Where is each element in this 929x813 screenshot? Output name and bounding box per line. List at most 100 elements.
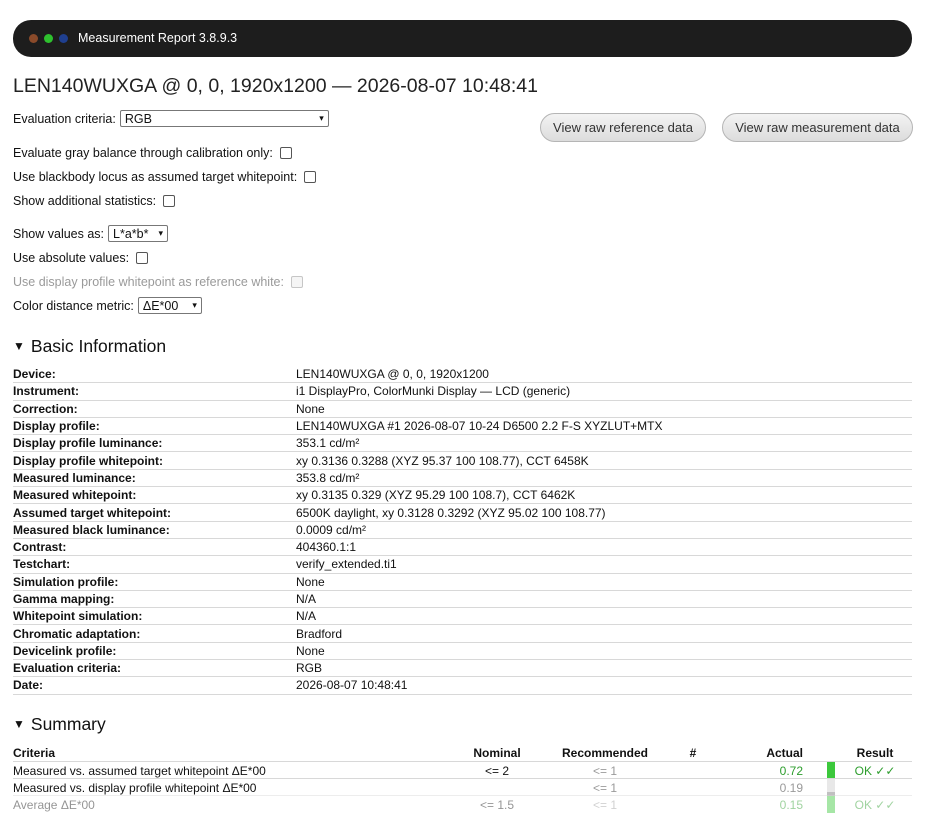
view-raw-reference-button[interactable]: View raw reference data (540, 113, 706, 142)
info-row: Assumed target whitepoint: 6500K daylight… (13, 504, 912, 522)
chevron-down-icon: ▾ (158, 228, 164, 238)
info-row: Whitepoint simulation: N/A (13, 608, 912, 626)
col-actual: Actual (766, 746, 803, 760)
summary-result: OK ✓✓ (854, 764, 896, 778)
info-value: N/A (296, 592, 317, 606)
basic-info-toggle[interactable]: ▼ Basic Information (13, 336, 166, 357)
expanded-triangle-icon: ▼ (13, 717, 25, 731)
info-row: Display profile luminance: 353.1 cd/m² (13, 435, 912, 453)
summary-nominal: <= 1.5 (479, 798, 515, 812)
summary-criteria: Measured vs. display profile whitepoint … (13, 781, 257, 795)
show-values-select[interactable]: L*a*b* ▾ (108, 225, 169, 242)
info-value: 404360.1:1 (296, 540, 357, 555)
summary-actual: 0.72 (779, 764, 803, 778)
info-value: 2026-08-07 10:48:41 (296, 678, 408, 693)
info-key: Display profile luminance: (13, 436, 163, 451)
evaluation-criteria-select[interactable]: RGB ▾ (119, 110, 329, 127)
info-value: Bradford (296, 626, 343, 641)
basic-info-table: Device: LEN140WUXGA @ 0, 0, 1920x1200 Inst… (13, 366, 912, 695)
summary-bar (827, 762, 835, 779)
show-values-label: Show values as: (13, 226, 105, 241)
profile-whitepoint-label: Use display profile whitepoint as refere… (13, 275, 284, 289)
window-close-dot[interactable] (29, 34, 38, 43)
info-value: verify_extended.ti1 (296, 557, 397, 572)
info-key: Testchart: (13, 557, 71, 572)
info-row: Simulation profile: None (13, 574, 912, 591)
summary-heading: Summary (30, 714, 106, 734)
info-key: Gamma mapping: (13, 592, 115, 606)
info-key: Instrument: (13, 384, 79, 399)
absolute-values-checkbox[interactable] (136, 252, 149, 264)
info-key: Display profile whitepoint: (13, 453, 164, 468)
profile-whitepoint-checkbox (290, 276, 303, 288)
info-key: Measured black luminance: (13, 522, 170, 537)
info-key: Devicelink profile: (13, 643, 117, 658)
gray-balance-label: Evaluate gray balance through calibratio… (13, 146, 273, 160)
view-raw-measurement-button[interactable]: View raw measurement data (722, 113, 913, 142)
info-value: 0.0009 cd/m² (296, 522, 367, 537)
blackbody-checkbox[interactable] (304, 171, 317, 183)
info-value: i1 DisplayPro, ColorMunki Display — LCD … (296, 384, 571, 399)
info-row: Contrast: 404360.1:1 (13, 539, 912, 557)
gray-balance-checkbox[interactable] (279, 147, 292, 159)
info-key: Assumed target whitepoint: (13, 505, 172, 520)
info-value: 353.1 cd/m² (296, 436, 360, 451)
summary-recommended: <= 1 (592, 781, 618, 795)
info-key: Contrast: (13, 540, 67, 555)
info-value: 353.8 cd/m² (296, 470, 360, 485)
chevron-down-icon: ▾ (192, 300, 197, 310)
info-row: Measured whitepoint: xy 0.3135 0.329 (XYZ… (13, 487, 912, 505)
summary-table-header: Criteria Nominal Recommended # Actual Re… (13, 744, 912, 761)
summary-actual: 0.15 (779, 798, 803, 812)
profile-whitepoint-row: Use display profile whitepoint as refere… (13, 275, 303, 289)
chevron-down-icon: ▾ (319, 113, 324, 123)
info-row: Devicelink profile: None (13, 643, 912, 661)
window-maximize-dot[interactable] (44, 34, 53, 43)
summary-row: Measured vs. display profile whitepoint … (13, 778, 912, 796)
info-key: Measured whitepoint: (13, 488, 137, 503)
info-value: None (296, 643, 325, 658)
info-row: Display profile whitepoint: xy 0.3136 0.3… (13, 452, 912, 470)
summary-recommended: <= 1 (592, 764, 618, 778)
info-row: Gamma mapping: N/A (13, 591, 912, 609)
col-result: Result (856, 746, 894, 760)
info-key: Device: (13, 367, 56, 382)
summary-bar (827, 796, 835, 813)
info-row: Display profile: LEN140WUXGA #1 2026-08-0… (13, 418, 912, 436)
evaluation-criteria-row: Evaluation criteria: RGB ▾ (13, 110, 329, 127)
col-nominal: Nominal (473, 746, 521, 760)
summary-nominal: <= 2 (484, 764, 510, 778)
info-row: Chromatic adaptation: Bradford (13, 625, 912, 643)
info-value: None (296, 574, 325, 589)
distance-metric-row: Color distance metric: ΔE*00 ▾ (13, 297, 202, 314)
show-values-value: L*a*b* (113, 226, 149, 241)
window-minimize-dot[interactable] (59, 34, 68, 43)
info-value: 6500K daylight, xy 0.3128 0.3292 (XYZ 95… (296, 505, 606, 520)
blackbody-row: Use blackbody locus as assumed target wh… (13, 170, 317, 184)
info-row: Evaluation criteria: RGB (13, 660, 912, 678)
summary-bar (827, 779, 835, 796)
evaluation-criteria-label: Evaluation criteria: (13, 111, 116, 126)
evaluation-criteria-value: RGB (124, 111, 152, 126)
col-criteria: Criteria (13, 746, 56, 760)
basic-info-heading: Basic Information (30, 336, 167, 356)
distance-metric-select[interactable]: ΔE*00 ▾ (137, 297, 202, 314)
additional-stats-checkbox[interactable] (163, 195, 176, 207)
window-titlebar: Measurement Report 3.8.9.3 (13, 20, 912, 57)
info-row: Correction: None (13, 401, 912, 418)
info-row: Device: LEN140WUXGA @ 0, 0, 1920x1200 (13, 366, 912, 384)
info-key: Whitepoint simulation: (13, 609, 143, 624)
gray-balance-row: Evaluate gray balance through calibratio… (13, 146, 292, 160)
summary-criteria: Average ΔE*00 (13, 798, 95, 812)
info-value: LEN140WUXGA #1 2026-08-07 10-24 D6500 2.… (296, 419, 663, 434)
summary-result: OK ✓✓ (854, 798, 896, 812)
info-key: Evaluation criteria: (13, 661, 122, 676)
info-value: N/A (296, 609, 317, 624)
summary-criteria: Measured vs. assumed target whitepoint Δ… (13, 764, 266, 778)
summary-row: Average ΔE*00 <= 1.5 <= 1 0.15 OK ✓✓ (13, 795, 912, 813)
col-recommended: Recommended (561, 746, 649, 760)
info-key: Date: (13, 678, 44, 693)
col-hash: # (689, 746, 697, 760)
summary-toggle[interactable]: ▼ Summary (13, 714, 106, 735)
info-row: Instrument: i1 DisplayPro, ColorMunki Dis… (13, 383, 912, 401)
